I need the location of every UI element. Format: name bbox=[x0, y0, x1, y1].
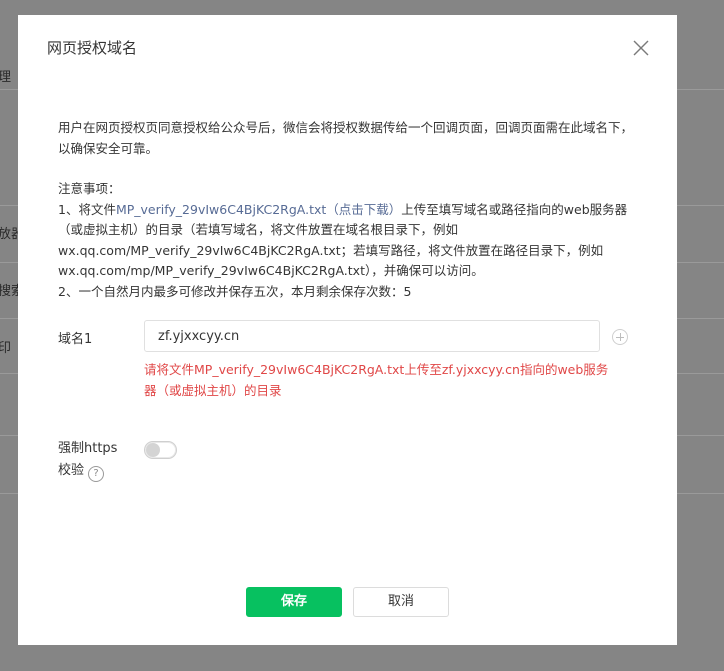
notes-line-1: 1、将文件MP_verify_29vIw6C4BjKC2RgA.txt（点击下载… bbox=[58, 200, 648, 221]
add-domain-button[interactable] bbox=[612, 329, 628, 345]
dialog-title: 网页授权域名 bbox=[47, 39, 138, 57]
force-https-label-line1: 强制https bbox=[58, 441, 118, 456]
notes-line-1-suffix: 上传至填写域名或路径指向的web服务器 bbox=[401, 201, 628, 217]
domain-input[interactable] bbox=[144, 320, 600, 352]
force-https-label: 强制https 校验? bbox=[58, 438, 117, 482]
domain-error-message: 请将文件MP_verify_29vIw6C4BjKC2RgA.txt上传至zf.… bbox=[144, 362, 609, 398]
notes-section: 注意事项： 1、将文件MP_verify_29vIw6C4BjKC2RgA.tx… bbox=[58, 179, 648, 302]
notes-line-5: 2、一个自然月内最多可修改并保存五次，本月剩余保存次数：5 bbox=[58, 283, 412, 299]
verify-file-name[interactable]: MP_verify_29vIw6C4BjKC2RgA.txt bbox=[116, 202, 326, 217]
force-https-label-text: 校验 bbox=[58, 463, 85, 478]
dialog-description: 用户在网页授权页同意授权给公众号后，微信会将授权数据传给一个回调页面，回调页面需… bbox=[58, 120, 634, 156]
toggle-knob bbox=[146, 443, 160, 457]
web-auth-domain-dialog: 网页授权域名 用户在网页授权页同意授权给公众号后，微信会将授权数据传给一个回调页… bbox=[18, 15, 677, 645]
notes-heading: 注意事项： bbox=[58, 181, 121, 196]
domain-label: 域名1 bbox=[58, 332, 93, 347]
download-link[interactable]: （点击下载） bbox=[326, 202, 401, 217]
notes-line-3: wx.qq.com/MP_verify_29vIw6C4BjKC2RgA.txt… bbox=[58, 242, 604, 258]
cancel-button[interactable]: 取消 bbox=[353, 587, 449, 617]
help-icon[interactable]: ? bbox=[88, 466, 105, 482]
notes-line-1-prefix: 1、将文件 bbox=[58, 201, 116, 217]
background-text: 印 bbox=[0, 341, 12, 356]
close-button[interactable] bbox=[630, 37, 652, 59]
force-https-label-line2: 校验? bbox=[58, 460, 117, 482]
save-button[interactable]: 保存 bbox=[246, 587, 342, 617]
notes-line-2: （或虚拟主机）的目录（若填写域名，将文件放置在域名根目录下，例如 bbox=[58, 222, 459, 237]
background-text: 理 bbox=[0, 70, 12, 85]
notes-line-4: wx.qq.com/mp/MP_verify_29vIw6C4BjKC2RgA.… bbox=[58, 263, 484, 278]
close-icon bbox=[633, 40, 649, 56]
force-https-toggle[interactable] bbox=[144, 441, 177, 459]
